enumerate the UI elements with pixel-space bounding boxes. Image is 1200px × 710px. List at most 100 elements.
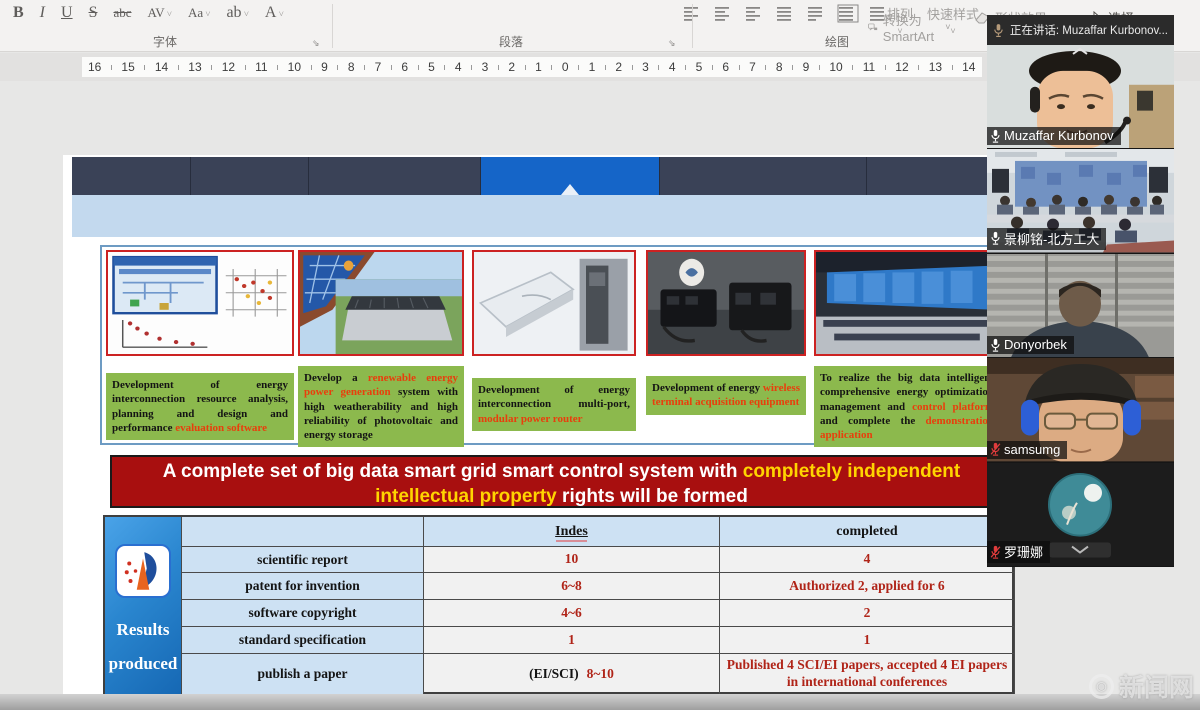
ruler-tick bbox=[918, 65, 919, 70]
slide-nav-segment bbox=[660, 157, 867, 195]
participant-tile-classroom[interactable]: 景柳铭-北方工大 bbox=[987, 149, 1174, 253]
table-row-label: publish a paper bbox=[182, 654, 424, 695]
slide-nav-segment bbox=[481, 157, 660, 195]
ruler-tick bbox=[765, 65, 766, 70]
ruler-tick bbox=[311, 65, 312, 70]
participant-tiles: Muzaffar Kurbonov景柳铭-北方工大 Donyorbek samsum… bbox=[987, 45, 1174, 567]
paragraph-dialog-launcher-icon[interactable]: ⇘ bbox=[668, 38, 676, 49]
ruler-number: 7 bbox=[375, 60, 382, 74]
ruler-number: 6 bbox=[401, 60, 408, 74]
participant-tile-speaker[interactable]: Muzaffar Kurbonov bbox=[987, 45, 1174, 149]
result-card-photo bbox=[646, 250, 806, 356]
header-index-cell: Indes bbox=[424, 517, 720, 547]
mic-icon bbox=[990, 231, 1001, 245]
ruler-tick bbox=[551, 65, 552, 70]
ruler-number: 10 bbox=[288, 60, 301, 74]
ruler-number: 12 bbox=[222, 60, 235, 74]
table-index-value: (EI/SCI)8~10 bbox=[424, 654, 720, 695]
ruler-tick bbox=[632, 65, 633, 70]
ruler-tick bbox=[852, 65, 853, 70]
ruler-tick bbox=[578, 65, 579, 70]
caption-highlight: evaluation software bbox=[175, 422, 267, 434]
ruler-tick bbox=[658, 65, 659, 70]
bold-button[interactable]: B bbox=[10, 2, 27, 24]
speaking-indicator-bar[interactable]: 正在讲话: Muzaffar Kurbonov... bbox=[987, 15, 1174, 45]
table-index-prefix: (EI/SCI) bbox=[529, 666, 579, 683]
underline-button[interactable]: U bbox=[58, 2, 76, 24]
ruler-number: 8 bbox=[776, 60, 783, 74]
strikethrough-button[interactable]: S bbox=[86, 2, 101, 24]
ruler-number: 1 bbox=[589, 60, 596, 74]
table-index-number: 1 bbox=[568, 632, 575, 649]
ruler-tick bbox=[712, 65, 713, 70]
speaker-indicator-icon bbox=[993, 23, 1004, 38]
paragraph-group-label: 段落 bbox=[332, 33, 690, 50]
ruler-number: 5 bbox=[696, 60, 703, 74]
table-index-number: 6~8 bbox=[561, 578, 582, 595]
ruler-number: 15 bbox=[121, 60, 134, 74]
ruler-tick bbox=[178, 65, 179, 70]
project-logo bbox=[115, 544, 171, 598]
participant-tile-avatar[interactable]: 罗珊娜 bbox=[987, 463, 1174, 567]
mic-icon bbox=[990, 129, 1001, 143]
table-index-value: 6~8 bbox=[424, 573, 720, 600]
result-card: Development of energy interconnection re… bbox=[106, 250, 294, 440]
ruler-number: 3 bbox=[642, 60, 649, 74]
result-card: Development of energy interconnection mu… bbox=[472, 250, 636, 431]
italic-button[interactable]: I bbox=[37, 2, 48, 24]
screen: BIUSabcAVAaabA 字体 ⇘ ˅ 转换为 SmartArt ˅ 段落 … bbox=[0, 0, 1200, 710]
result-card: To realize the big data intelligent comp… bbox=[814, 250, 1000, 447]
font-color-button[interactable]: A bbox=[262, 2, 287, 24]
caption-text: Develop a bbox=[304, 372, 368, 384]
slide-nav-segment bbox=[309, 157, 481, 195]
slide-subtitle-band bbox=[72, 195, 990, 237]
ruler-number: 2 bbox=[508, 60, 515, 74]
result-card-photo bbox=[298, 250, 464, 356]
header-completed-cell: completed bbox=[720, 517, 1015, 547]
participant-name-label: 罗珊娜 bbox=[987, 541, 1050, 563]
ruler-number: 13 bbox=[929, 60, 942, 74]
participant-tile-cap[interactable]: samsumg bbox=[987, 358, 1174, 462]
result-card-caption: Development of energy interconnection re… bbox=[106, 373, 294, 440]
ruler-number: 9 bbox=[321, 60, 328, 74]
ruler-number: 2 bbox=[615, 60, 622, 74]
watermark: ◉ 新闻网 bbox=[1089, 668, 1194, 704]
participant-name: 罗珊娜 bbox=[1004, 542, 1043, 561]
banner-text: rights will be formed bbox=[557, 486, 748, 507]
participant-name-label: samsumg bbox=[987, 441, 1067, 459]
slide-banner: A complete set of big data smart grid sm… bbox=[110, 455, 1013, 508]
ruler-number: 4 bbox=[455, 60, 462, 74]
table-completed-value: 1 bbox=[720, 627, 1015, 654]
result-card-caption: Development of energy interconnection mu… bbox=[472, 378, 636, 431]
ruler-tick bbox=[739, 65, 740, 70]
highlight-color-button[interactable]: ab bbox=[223, 2, 251, 24]
ruler-number: 0 bbox=[562, 60, 569, 74]
table-index-value: 1 bbox=[424, 627, 720, 654]
ruler-tick bbox=[792, 65, 793, 70]
result-card-caption: To realize the big data intelligent comp… bbox=[814, 366, 1000, 447]
ruler-tick bbox=[885, 65, 886, 70]
table-row-label: software copyright bbox=[182, 600, 424, 627]
speaking-indicator-text: 正在讲话: Muzaffar Kurbonov... bbox=[1010, 22, 1168, 38]
change-case-button[interactable]: Aa bbox=[185, 3, 214, 23]
caption-text: Development of energy bbox=[652, 382, 763, 394]
result-card: Develop a renewable energy power generat… bbox=[298, 250, 464, 447]
participant-tile-blinds[interactable]: Donyorbek bbox=[987, 254, 1174, 358]
character-spacing-button[interactable]: AV bbox=[145, 3, 175, 23]
drawing-group-label: 绘图 bbox=[692, 33, 982, 50]
results-produced-cell: Results produced bbox=[105, 517, 182, 695]
participant-name: Donyorbek bbox=[1004, 337, 1067, 352]
ruler-tick bbox=[605, 65, 606, 70]
ruler-tick bbox=[819, 65, 820, 70]
table-index-number: 4~6 bbox=[561, 605, 582, 622]
strikethrough-alt-button[interactable]: abc bbox=[110, 3, 134, 23]
table-completed-value: 4 bbox=[720, 547, 1015, 573]
slide-content-box: Development of energy interconnection re… bbox=[100, 245, 1005, 445]
table-index-value: 4~6 bbox=[424, 600, 720, 627]
table-index-number: 10 bbox=[565, 551, 579, 568]
arrange-button[interactable]: 排列˅ bbox=[878, 4, 922, 36]
ruler-number: 11 bbox=[255, 60, 267, 74]
participant-name: samsumg bbox=[1004, 442, 1060, 457]
font-dialog-launcher-icon[interactable]: ⇘ bbox=[312, 38, 320, 49]
ruler-tick bbox=[111, 65, 112, 70]
